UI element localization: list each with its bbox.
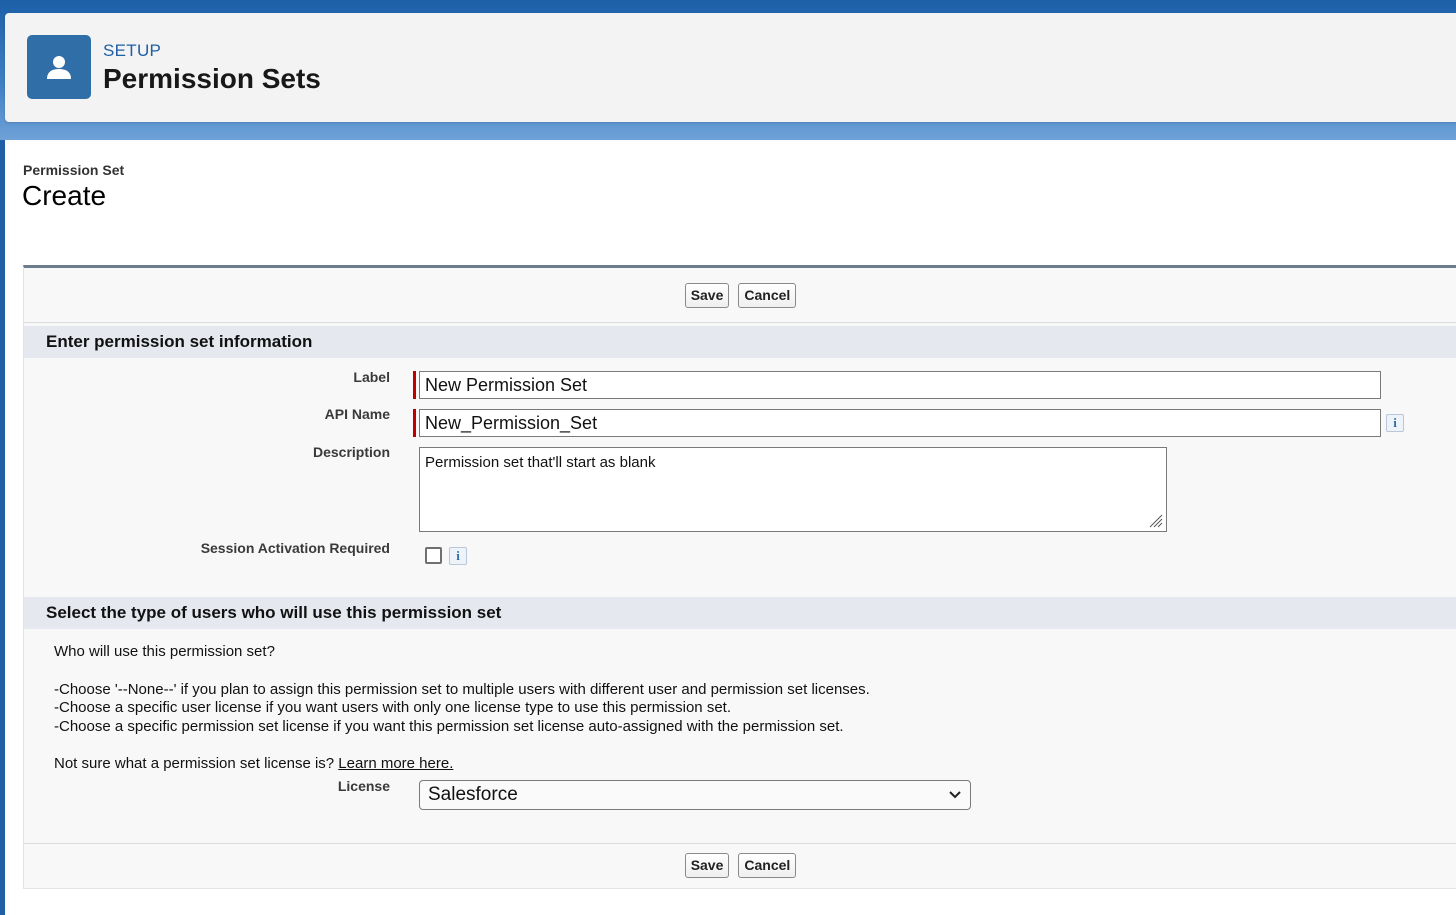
label-field-label: Label <box>353 369 390 385</box>
question-text: Who will use this permission set? <box>54 643 275 660</box>
license-select[interactable]: Salesforce <box>419 780 971 810</box>
session-activation-checkbox[interactable] <box>425 547 442 564</box>
page-title: Create <box>22 180 107 211</box>
info-icon[interactable]: i <box>449 547 467 565</box>
user-icon <box>27 35 91 99</box>
instruction-line: -Choose '--None--' if you plan to assign… <box>54 681 870 698</box>
divider <box>24 843 1456 844</box>
license-label: License <box>337 778 390 794</box>
help-text: Not sure what a permission set license i… <box>54 754 453 773</box>
header-title: Permission Sets <box>103 63 321 94</box>
bottom-button-row: Save Cancel <box>24 853 1456 878</box>
required-indicator <box>413 409 416 437</box>
top-button-row: Save Cancel <box>24 283 1456 308</box>
description-label: Description <box>312 444 390 460</box>
section-heading-info: Enter permission set information <box>24 326 1456 358</box>
main-content: Permission Set Create Save Cancel Enter … <box>5 140 1456 915</box>
help-question: Not sure what a permission set license i… <box>54 755 339 772</box>
description-text: Permission set that'll start as blank <box>425 454 656 471</box>
save-button[interactable]: Save <box>684 853 730 878</box>
required-indicator <box>413 371 416 399</box>
breadcrumb: Permission Set <box>23 162 125 178</box>
section-heading-users: Select the type of users who will use th… <box>24 597 1456 629</box>
api-name-label: API Name <box>324 406 390 422</box>
instruction-line: -Choose a specific user license if you w… <box>54 699 731 716</box>
instruction-line: -Choose a specific permission set licens… <box>54 718 844 735</box>
divider <box>24 322 1456 323</box>
chevron-down-icon <box>949 791 961 799</box>
page-header: SETUP Permission Sets <box>5 13 1456 122</box>
api-name-input[interactable]: New_Permission_Set <box>419 409 1381 437</box>
session-activation-label: Session Activation Required <box>200 540 390 556</box>
save-button[interactable]: Save <box>684 283 730 308</box>
setup-label: SETUP <box>103 41 162 60</box>
label-input[interactable]: New Permission Set <box>419 371 1381 399</box>
license-selected-value: Salesforce <box>428 784 518 805</box>
resize-handle-icon[interactable] <box>1149 514 1163 528</box>
edit-panel: Save Cancel Enter permission set informa… <box>23 265 1456 889</box>
learn-more-link[interactable]: Learn more here. <box>338 755 453 772</box>
description-textarea[interactable]: Permission set that'll start as blank <box>419 447 1167 532</box>
cancel-button[interactable]: Cancel <box>738 853 797 878</box>
info-icon[interactable]: i <box>1386 414 1404 432</box>
cancel-button[interactable]: Cancel <box>738 283 797 308</box>
